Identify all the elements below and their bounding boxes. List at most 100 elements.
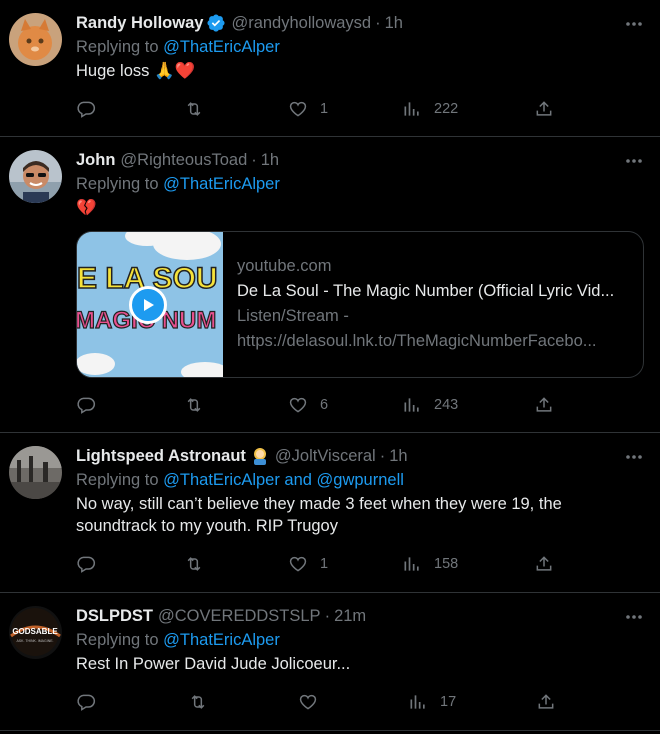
retweet-icon	[187, 557, 201, 571]
handle[interactable]: @RighteousToad	[120, 149, 247, 171]
views-button[interactable]: 158	[402, 554, 458, 574]
tweet-text: No way, still can’t believe they made 3 …	[76, 495, 562, 535]
mention-link[interactable]: @ThatEricAlper and @gwpurnell	[163, 471, 404, 489]
reply-button[interactable]	[76, 554, 96, 574]
reply-icon	[77, 397, 96, 414]
reply-button[interactable]	[76, 692, 96, 712]
reply-button[interactable]	[76, 99, 96, 119]
action-bar: 6 243	[76, 382, 644, 428]
video-thumbnail[interactable]: E LA SOU MAGIC NUM	[77, 232, 223, 377]
separator-dot: ·	[379, 447, 386, 465]
handle[interactable]: @JoltVisceral	[275, 445, 376, 467]
tweet-text: 💔	[76, 199, 97, 217]
reply-icon	[77, 694, 96, 711]
display-name[interactable]: John	[76, 149, 115, 171]
view-count: 158	[434, 556, 459, 572]
heart-icon	[289, 101, 307, 117]
tweet-text: Rest In Power David Jude Jolicoeur...	[76, 655, 351, 673]
reply-tweet[interactable]: Lightspeed Astronaut @JoltVisceral · 1h …	[0, 433, 660, 593]
verified-badge-icon	[207, 14, 225, 32]
link-card[interactable]: E LA SOU MAGIC NUM youtube.com De La Sou…	[76, 231, 644, 378]
share-button[interactable]	[534, 554, 554, 574]
views-icon	[404, 398, 419, 412]
retweet-button[interactable]	[184, 99, 204, 119]
heart-icon	[299, 694, 317, 710]
heart-icon	[289, 397, 307, 413]
share-button[interactable]	[536, 692, 556, 712]
separator-dot: ·	[324, 607, 331, 625]
timestamp[interactable]: 1h	[261, 149, 279, 171]
card-domain: youtube.com	[237, 257, 332, 275]
display-name[interactable]: DSLPDST	[76, 605, 153, 627]
share-button[interactable]	[534, 99, 554, 119]
more-options-icon[interactable]	[624, 14, 644, 34]
retweet-button[interactable]	[184, 395, 204, 415]
mention-link[interactable]: @ThatEricAlper	[163, 631, 280, 649]
reply-tweet[interactable]: John @RighteousToad · 1h Replying to @Th…	[0, 137, 660, 433]
like-button[interactable]: 1	[288, 554, 328, 574]
replying-prefix: Replying to	[76, 175, 164, 193]
avatar[interactable]: GODSABLE ASK. THINK. IMAGINE.	[9, 606, 62, 659]
timestamp[interactable]: 1h	[385, 12, 403, 34]
retweet-button[interactable]	[188, 692, 208, 712]
action-bar: 1 222	[76, 86, 644, 132]
action-bar: 1 158	[76, 541, 644, 587]
share-icon	[536, 556, 552, 571]
replying-to: Replying to @ThatEricAlper	[76, 629, 644, 651]
share-icon	[538, 694, 554, 709]
like-count: 6	[320, 397, 329, 413]
replying-to: Replying to @ThatEricAlper	[76, 36, 644, 58]
like-count: 1	[320, 101, 329, 117]
display-name[interactable]: Lightspeed Astronaut	[76, 445, 246, 467]
reply-icon	[77, 101, 96, 118]
reply-icon	[77, 556, 96, 573]
heart-icon	[289, 556, 307, 572]
share-button[interactable]	[534, 395, 554, 415]
replying-prefix: Replying to	[76, 471, 164, 489]
reply-tweet[interactable]: Randy Holloway @randyhollowaysd · 1h Rep…	[0, 0, 660, 137]
handle[interactable]: @COVEREDDSTSLP	[158, 605, 321, 627]
retweet-icon	[187, 102, 201, 116]
like-button[interactable]	[298, 692, 318, 712]
avatar-logo-text: GODSABLE	[12, 627, 58, 636]
action-bar: 17	[76, 679, 644, 725]
separator-dot: ·	[375, 14, 381, 32]
views-icon	[404, 557, 419, 571]
separator-dot: ·	[251, 151, 257, 169]
timestamp[interactable]: 1h	[389, 445, 407, 467]
timestamp[interactable]: 21m	[334, 605, 366, 627]
view-count: 17	[440, 694, 457, 710]
handle[interactable]: @randyhollowaysd	[231, 12, 371, 34]
play-icon	[144, 299, 154, 311]
avatar[interactable]	[9, 446, 62, 499]
play-button[interactable]	[129, 286, 167, 324]
mention-link[interactable]: @ThatEricAlper	[163, 175, 280, 193]
more-options-icon[interactable]	[624, 607, 644, 627]
views-button[interactable]: 222	[402, 99, 458, 119]
replying-prefix: Replying to	[76, 38, 164, 56]
like-button[interactable]: 6	[288, 395, 328, 415]
replying-to: Replying to @ThatEricAlper and @gwpurnel…	[76, 469, 644, 491]
like-button[interactable]: 1	[288, 99, 328, 119]
more-options-icon[interactable]	[624, 447, 644, 467]
card-body: youtube.com De La Soul - The Magic Numbe…	[223, 232, 643, 377]
views-icon	[404, 102, 419, 116]
display-name[interactable]: Randy Holloway	[76, 12, 203, 34]
card-description-line: Listen/Stream -	[237, 307, 349, 325]
reply-button[interactable]	[76, 395, 96, 415]
avatar[interactable]	[9, 150, 62, 203]
views-icon	[410, 695, 425, 709]
avatar[interactable]	[9, 13, 62, 66]
views-button[interactable]: 243	[402, 395, 458, 415]
retweet-button[interactable]	[184, 554, 204, 574]
more-options-icon[interactable]	[624, 151, 644, 171]
share-icon	[536, 101, 552, 116]
card-title: De La Soul - The Magic Number (Official …	[237, 282, 615, 300]
view-count: 243	[434, 397, 459, 413]
reply-tweet[interactable]: GODSABLE ASK. THINK. IMAGINE. DSLPDST @C…	[0, 593, 660, 731]
avatar-logo-subtext: ASK. THINK. IMAGINE.	[16, 639, 53, 643]
views-button[interactable]: 17	[408, 692, 456, 712]
astronaut-emoji-icon	[253, 448, 266, 465]
replying-to: Replying to @ThatEricAlper	[76, 173, 644, 195]
mention-link[interactable]: @ThatEricAlper	[163, 38, 280, 56]
